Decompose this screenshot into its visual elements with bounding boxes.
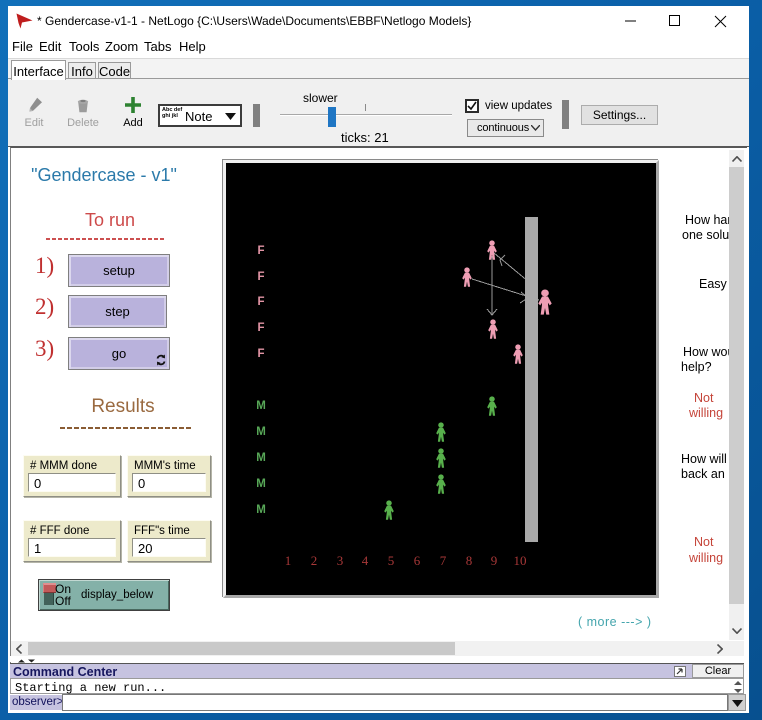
svg-text:1: 1 [285,553,292,568]
svg-text:5: 5 [388,553,395,568]
svg-text:F: F [257,296,264,308]
svg-text:M: M [256,400,266,412]
svg-text:F: F [257,245,264,257]
svg-text:M: M [256,504,266,516]
svg-text:3: 3 [337,553,344,568]
svg-text:8: 8 [466,553,473,568]
svg-text:7: 7 [440,553,447,568]
svg-text:9: 9 [491,553,498,568]
svg-text:4: 4 [362,553,369,568]
svg-text:6: 6 [414,553,421,568]
svg-text:M: M [256,452,266,464]
svg-text:F: F [257,322,264,334]
svg-text:M: M [256,426,266,438]
svg-text:F: F [257,271,264,283]
svg-text:M: M [256,478,266,490]
svg-text:F: F [257,348,264,360]
svg-text:2: 2 [311,553,318,568]
svg-text:10: 10 [514,553,527,568]
